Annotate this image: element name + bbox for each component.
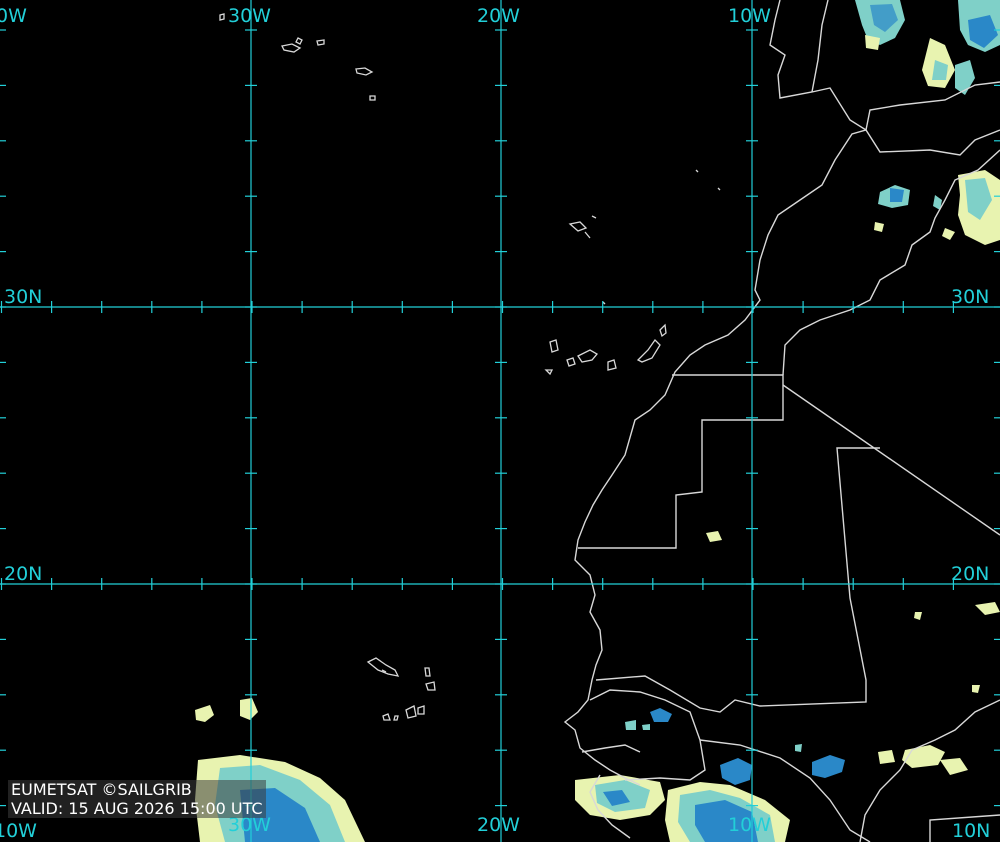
lon-label-bottom-right: 10N: [952, 820, 991, 842]
lon-label-bottom-20w: 20W: [477, 814, 520, 836]
lat-label-right-20n: 20N: [951, 563, 990, 585]
lon-label-top-20w: 20W: [477, 5, 520, 27]
credit-source: EUMETSAT ©SAILGRIB: [11, 780, 192, 799]
lon-label-top-left: 0W: [0, 5, 27, 27]
lat-label-left-30n: 30N: [4, 286, 43, 308]
lon-label-bottom-left: 10W: [0, 820, 37, 842]
lat-label-left-20n: 20N: [4, 563, 43, 585]
lon-label-bottom-30w: 30W: [228, 814, 271, 836]
lon-label-top-10w: 10W: [728, 5, 771, 27]
satellite-map: [0, 0, 1000, 842]
lat-label-right-30n: 30N: [951, 286, 990, 308]
lon-label-bottom-10w: 10W: [728, 814, 771, 836]
credit-box: EUMETSAT ©SAILGRIB VALID: 15 AUG 2026 15…: [8, 780, 266, 818]
credit-valid-time: VALID: 15 AUG 2026 15:00 UTC: [11, 799, 263, 818]
lon-label-top-30w: 30W: [228, 5, 271, 27]
